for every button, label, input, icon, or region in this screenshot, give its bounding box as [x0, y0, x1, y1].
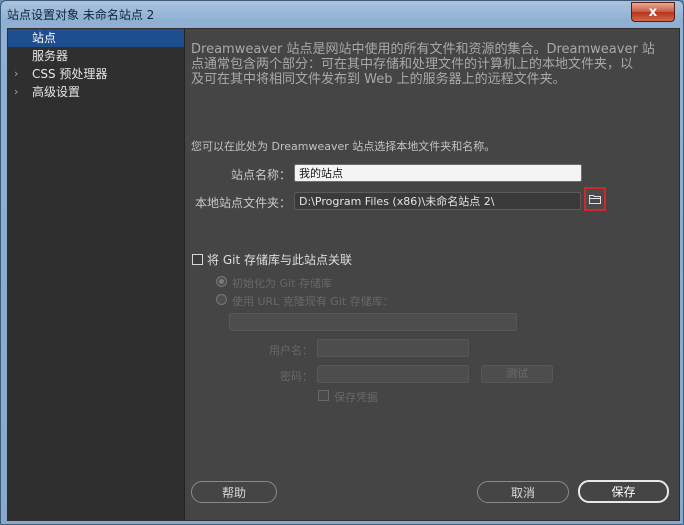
site-name-label: 站点名称： — [230, 168, 291, 182]
sidebar-item-servers[interactable]: 服务器 — [8, 47, 184, 65]
title-bar[interactable]: 站点设置对象 未命名站点 2 x — [1, 1, 683, 27]
intro-line: 点通常包含两个部分：可在其中存储和处理文件的计算机上的本地文件夹，以 — [191, 57, 634, 72]
intro-line: Dreamweaver 站点是网站中使用的所有文件和资源的集合。Dreamwea… — [191, 42, 655, 57]
site-setup-dialog: 站点设置对象 未命名站点 2 x 站点 服务器 › CSS 预处理器 › 高级设… — [0, 0, 684, 525]
dialog-client: 站点 服务器 › CSS 预处理器 › 高级设置 Dreamweaver 站点是… — [7, 28, 680, 521]
sidebar-item-label: CSS 预处理器 — [32, 67, 108, 81]
git-password-input[interactable] — [317, 365, 469, 383]
git-init-radio[interactable] — [216, 276, 227, 287]
window-title: 站点设置对象 未命名站点 2 — [7, 8, 155, 22]
git-test-button[interactable]: 测试 — [481, 365, 553, 383]
chevron-right-icon[interactable]: › — [14, 83, 18, 101]
save-credentials-label: 保存凭据 — [334, 391, 378, 404]
sidebar-item-label: 高级设置 — [32, 85, 81, 99]
git-username-label: 用户名： — [269, 344, 313, 357]
site-settings-panel: Dreamweaver 站点是网站中使用的所有文件和资源的集合。Dreamwea… — [185, 29, 679, 520]
local-folder-label: 本地站点文件夹： — [194, 196, 291, 210]
folder-hint: 您可以在此处为 Dreamweaver 站点选择本地文件夹和名称。 — [191, 140, 496, 153]
chevron-right-icon[interactable]: › — [14, 65, 18, 83]
category-sidebar: 站点 服务器 › CSS 预处理器 › 高级设置 — [8, 29, 185, 520]
close-icon: x — [648, 4, 658, 20]
browse-folder-button[interactable] — [584, 187, 606, 211]
sidebar-item-advanced-settings[interactable]: › 高级设置 — [8, 83, 184, 101]
git-username-input[interactable] — [317, 339, 469, 357]
git-password-label: 密码： — [280, 370, 313, 383]
save-credentials-checkbox[interactable] — [318, 390, 329, 401]
sidebar-item-css-preprocessors[interactable]: › CSS 预处理器 — [8, 65, 184, 83]
cancel-button[interactable]: 取消 — [477, 481, 569, 503]
intro-description: Dreamweaver 站点是网站中使用的所有文件和资源的集合。Dreamwea… — [191, 42, 661, 87]
site-name-input[interactable] — [294, 164, 582, 182]
git-init-label: 初始化为 Git 存储库 — [232, 277, 332, 290]
local-folder-input[interactable] — [294, 192, 581, 210]
git-clone-radio[interactable] — [216, 294, 227, 305]
git-associate-checkbox[interactable] — [192, 254, 203, 265]
sidebar-item-site[interactable]: 站点 — [8, 29, 184, 47]
git-url-input[interactable] — [229, 313, 517, 331]
close-button[interactable]: x — [631, 2, 675, 22]
save-button[interactable]: 保存 — [578, 480, 669, 503]
folder-icon — [589, 195, 601, 204]
git-associate-label: 将 Git 存储库与此站点关联 — [207, 253, 352, 267]
help-button[interactable]: 帮助 — [191, 481, 277, 503]
git-clone-label: 使用 URL 克隆现有 Git 存储库： — [232, 295, 394, 308]
sidebar-item-label: 服务器 — [32, 49, 69, 63]
sidebar-item-label: 站点 — [32, 31, 57, 45]
intro-line: 及可在其中将相同文件发布到 Web 上的服务器上的远程文件夹。 — [191, 72, 566, 87]
